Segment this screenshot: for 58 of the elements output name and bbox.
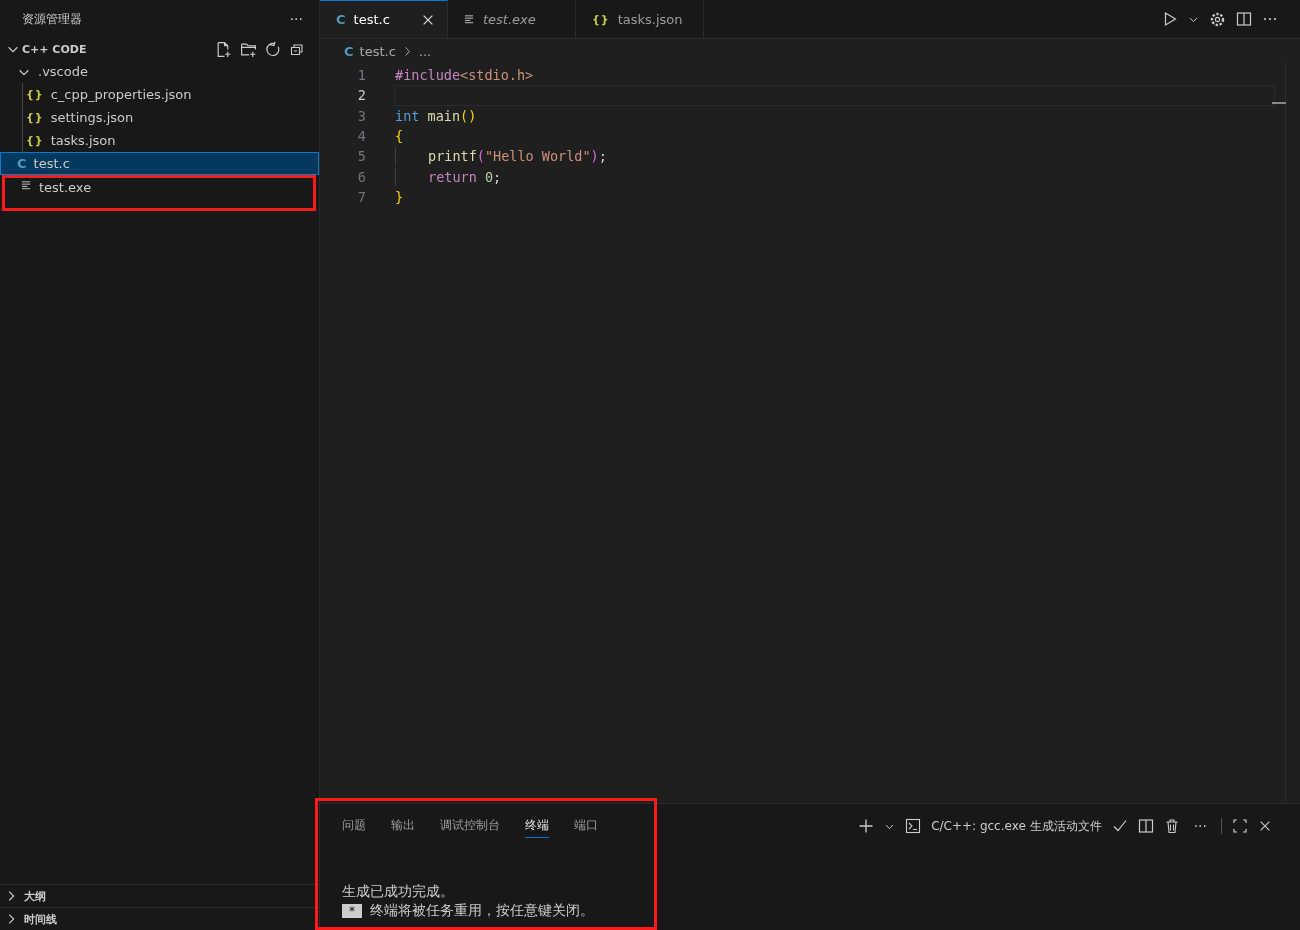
c-file-icon: C: [17, 156, 27, 171]
terminal-line: 终端将被任务重用，按任意键关闭。: [370, 901, 594, 920]
line-number: 6: [356, 168, 367, 185]
panel-tab[interactable]: 端口: [574, 814, 598, 838]
code-line: }: [395, 188, 404, 205]
braces-icon: {}: [26, 134, 44, 147]
tree-item[interactable]: C test.c: [0, 152, 319, 175]
split-editor-icon[interactable]: [1236, 11, 1252, 27]
tree-item[interactable]: test.exe: [4, 177, 314, 209]
tree-item[interactable]: {} tasks.json: [23, 129, 319, 152]
tree-item[interactable]: .vscode: [0, 60, 319, 83]
lines-icon: [21, 180, 32, 191]
editor-tab[interactable]: {} tasks.json: [576, 0, 704, 38]
line-number: 2: [356, 87, 367, 104]
refresh-icon[interactable]: [265, 41, 281, 57]
code-line: return 0;: [428, 168, 502, 185]
terminal-marker: *: [342, 903, 362, 918]
panel-tab[interactable]: 输出: [391, 814, 415, 838]
editor-tab[interactable]: C test.c: [320, 0, 448, 38]
terminal-line: 生成已成功完成。: [342, 882, 455, 901]
run-icon[interactable]: [1162, 11, 1178, 27]
braces-icon: {}: [26, 111, 44, 124]
code-line: #include<stdio.h>: [395, 67, 534, 84]
editor-tab[interactable]: test.exe: [448, 0, 576, 38]
check-icon: [1111, 818, 1128, 834]
sidebar-title: 资源管理器: [22, 10, 82, 28]
new-file-icon[interactable]: [215, 40, 232, 58]
panel-tab[interactable]: 终端: [525, 814, 549, 838]
code-line: printf("Hello World");: [428, 148, 607, 165]
panel-tab[interactable]: 问题: [342, 814, 366, 838]
braces-icon: {}: [592, 12, 610, 26]
breadcrumb-item[interactable]: test.c: [359, 43, 396, 59]
line-number: 5: [356, 148, 367, 165]
close-icon[interactable]: [1258, 819, 1272, 833]
c-file-icon: C: [336, 12, 346, 27]
c-file-icon: C: [344, 43, 354, 59]
lines-icon: [464, 13, 475, 25]
split-terminal-icon[interactable]: [1137, 818, 1154, 834]
line-number: 1: [356, 67, 367, 84]
settings-icon[interactable]: [1209, 10, 1226, 28]
code-line: int main(): [395, 107, 477, 124]
terminal-icon: [905, 818, 922, 834]
maximize-icon[interactable]: [1232, 818, 1248, 834]
collapse-icon[interactable]: [289, 41, 305, 57]
terminal-task-name[interactable]: C/C++: gcc.exe 生成活动文件: [931, 817, 1102, 835]
tree-item[interactable]: {} settings.json: [23, 106, 319, 129]
line-number: 4: [356, 128, 367, 145]
braces-icon: {}: [26, 88, 44, 101]
panel-tab[interactable]: 调试控制台: [440, 814, 500, 838]
tree-item[interactable]: {} c_cpp_properties.json: [23, 83, 319, 106]
line-number: 7: [356, 188, 367, 205]
more-button[interactable]: ···: [285, 11, 307, 27]
code-line: {: [395, 128, 404, 145]
add-icon[interactable]: [858, 818, 875, 834]
folder-name[interactable]: C++ CODE: [22, 42, 87, 56]
breadcrumb-item[interactable]: ...: [418, 43, 432, 59]
line-number: 3: [356, 107, 367, 124]
more-button[interactable]: ···: [1189, 818, 1211, 834]
